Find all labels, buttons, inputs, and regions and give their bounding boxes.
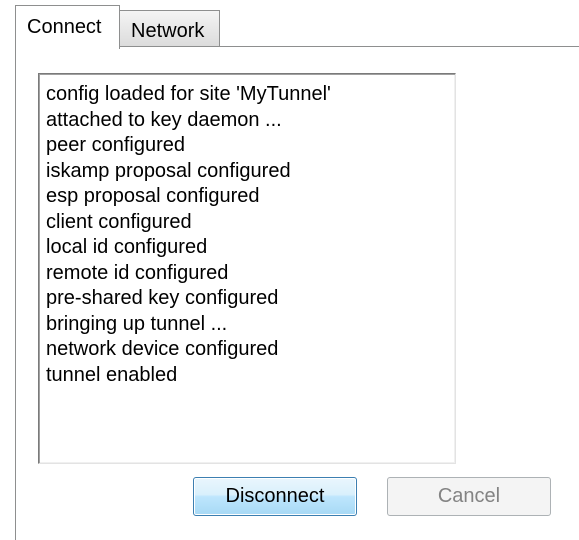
log-line: peer configured xyxy=(46,134,185,156)
log-line: client configured xyxy=(46,210,192,233)
log-line: pre-shared key configured xyxy=(46,287,279,309)
tab-strip: Connect Network xyxy=(0,0,579,49)
log-line: attached to key daemon ... xyxy=(46,108,282,131)
log-line: config loaded for site 'MyTunnel' xyxy=(46,83,331,105)
tab-network[interactable]: Network xyxy=(119,10,220,46)
tab-network-label: Network xyxy=(131,20,205,42)
tab-page-border-left xyxy=(15,46,16,540)
log-line: tunnel enabled xyxy=(46,363,178,386)
log-line: local id configured xyxy=(46,236,208,258)
tab-connect-label: Connect xyxy=(27,16,102,38)
disconnect-button[interactable]: Disconnect xyxy=(193,477,357,516)
log-line: network device configured xyxy=(46,338,279,360)
log-line: iskamp proposal configured xyxy=(46,159,291,182)
connection-log-listbox[interactable]: config loaded for site 'MyTunnel' attach… xyxy=(38,73,456,464)
cancel-button: Cancel xyxy=(387,477,551,516)
log-line: bringing up tunnel ... xyxy=(46,312,228,335)
tab-connect[interactable]: Connect xyxy=(15,5,120,49)
log-line: esp proposal configured xyxy=(46,185,260,207)
log-line: remote id configured xyxy=(46,261,229,284)
